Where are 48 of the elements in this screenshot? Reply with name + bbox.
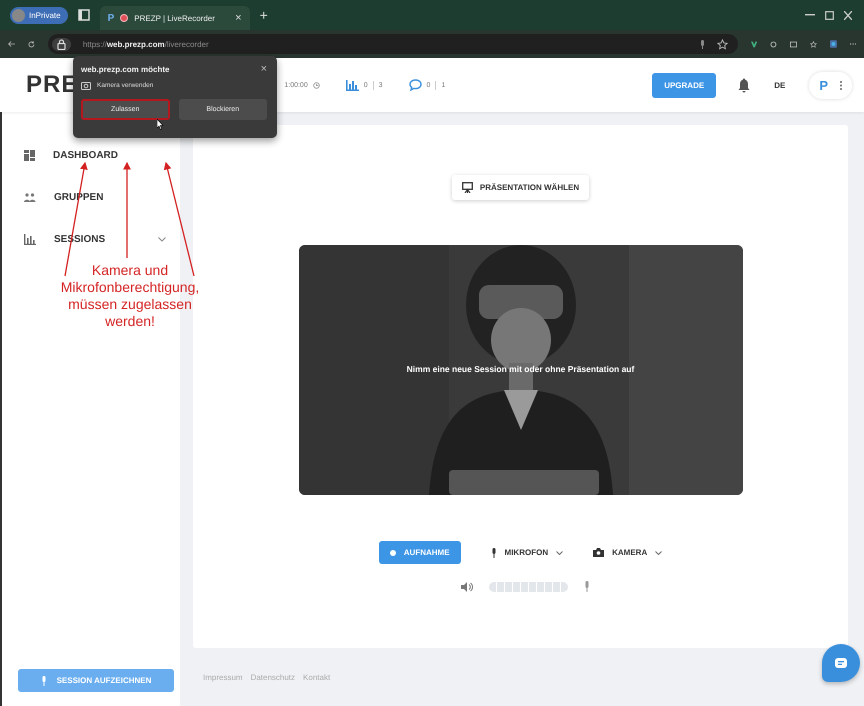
dashboard-icon xyxy=(24,150,35,160)
bar-chart-icon xyxy=(346,80,359,90)
chevron-down-icon xyxy=(556,550,564,554)
tab-logo: P xyxy=(108,12,114,24)
camera-dropdown[interactable]: KAMERA xyxy=(593,548,662,557)
close-tab-button[interactable]: × xyxy=(235,12,242,24)
star-icon[interactable] xyxy=(716,38,728,50)
profile-button[interactable]: InPrivate xyxy=(10,6,68,24)
address-field[interactable]: https://web.prezp.com/liverecorder xyxy=(48,34,738,54)
back-icon[interactable] xyxy=(8,39,15,49)
bell-icon[interactable] xyxy=(738,78,750,92)
recording-icon xyxy=(120,14,128,22)
close-icon[interactable] xyxy=(844,10,852,20)
avatar-icon xyxy=(12,8,25,22)
microphone-icon xyxy=(40,676,47,686)
video-caption: Nimm eine neue Session mit oder ohne Präsentation auf xyxy=(406,364,634,374)
nav-item[interactable]: DASHBOARD xyxy=(18,134,172,176)
chevron-down-icon xyxy=(158,236,166,242)
close-button[interactable]: × xyxy=(260,63,267,75)
maximize-icon[interactable] xyxy=(825,10,834,20)
reload-icon[interactable] xyxy=(28,38,35,50)
clock-icon xyxy=(312,82,320,88)
chevron-down-icon xyxy=(655,550,662,554)
chat-icon xyxy=(408,79,422,91)
annotation-text: Kamera und Mikrofonberechtigung, müssen zugelassen werden! xyxy=(60,262,200,330)
tab-actions-icon[interactable] xyxy=(78,9,90,21)
minimize-icon[interactable] xyxy=(805,14,815,16)
presentation-icon xyxy=(462,182,473,193)
camera-icon xyxy=(593,548,604,557)
language-button[interactable]: DE xyxy=(774,80,786,90)
microphone-icon xyxy=(490,548,497,558)
choose-presentation-button[interactable]: PRÄSENTATION WÄHLEN xyxy=(452,175,590,200)
camera-icon xyxy=(81,81,91,90)
microphone-dropdown[interactable]: MIKROFON xyxy=(490,548,564,558)
cursor-icon xyxy=(157,119,164,130)
people-icon xyxy=(24,192,36,202)
lock-icon xyxy=(56,38,66,50)
new-tab-button[interactable]: + xyxy=(260,7,268,23)
profile-logo: P xyxy=(819,78,828,92)
favorites-icon[interactable] xyxy=(810,38,817,50)
popup-title: web.prezp.com möchte xyxy=(81,64,170,74)
chat-icon xyxy=(835,658,847,668)
browser-tab[interactable]: P PREZP | LiveRecorder × xyxy=(100,6,250,30)
dot-icon xyxy=(390,550,396,556)
microphone-icon xyxy=(584,581,590,592)
microphone-icon[interactable] xyxy=(700,40,705,48)
bar-chart-icon xyxy=(24,234,36,244)
speaker-icon[interactable] xyxy=(461,582,474,592)
